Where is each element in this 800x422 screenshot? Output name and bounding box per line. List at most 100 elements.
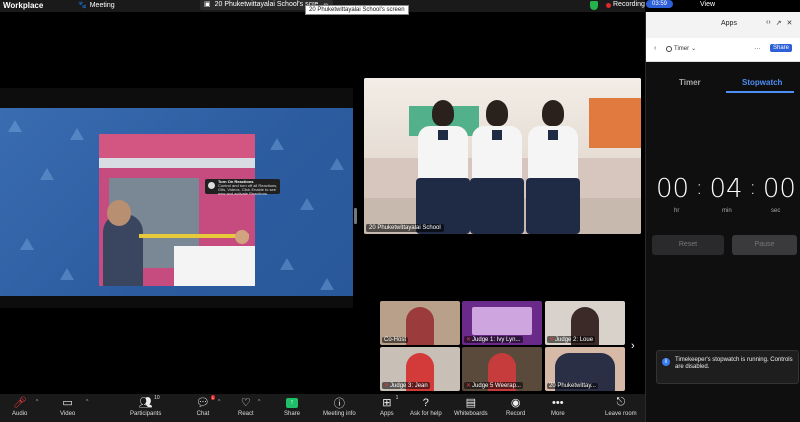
chat-icon: 💬︎ 1 <box>196 395 215 409</box>
decorative-triangle <box>60 268 74 280</box>
photo-arm <box>174 246 255 286</box>
meeting-info-label: Meeting info <box>323 411 356 417</box>
main-video-tile[interactable]: 20 Phuketwittayalai School <box>364 78 641 234</box>
decorative-triangle <box>270 138 284 150</box>
clock-icon <box>666 45 672 52</box>
chevron-up-icon[interactable]: ^ <box>218 399 220 405</box>
screen-title-text: 20 Phuketwittayalai School's scre <box>214 1 319 8</box>
timer-tabs: Timer Stopwatch <box>654 74 794 93</box>
meeting-menu[interactable]: 🐾 Meeting <box>78 0 115 11</box>
help-icon: ? <box>422 396 429 409</box>
participants-label: Participants <box>130 411 162 417</box>
participants-button[interactable]: 👥︎ 10 Participants <box>130 394 161 422</box>
apps-panel-header: Apps ‹› ↗ ✕ <box>646 12 800 38</box>
reactions-notice[interactable]: Turn On Reactions Control and turn off a… <box>205 179 280 196</box>
share-button[interactable]: ↑ Share <box>284 394 300 422</box>
more-options-icon[interactable]: … <box>754 44 761 51</box>
app-name: Timer <box>674 45 690 52</box>
shared-screen: Turn On Reactions Control and turn off a… <box>0 88 353 308</box>
participant-tile[interactable]: 20 Phuketwittay... <box>545 347 625 391</box>
back-arrow-icon[interactable]: ‹ <box>654 45 656 52</box>
mic-off-icon: ✕ <box>466 383 472 389</box>
timer-pill[interactable]: 03:59 <box>646 0 674 8</box>
mic-muted-icon: 🎤︎ <box>12 397 27 409</box>
participant-slide-thumbnail <box>472 307 532 335</box>
participant-name-text: Judge 3: Jean <box>390 382 428 389</box>
react-label: React <box>238 411 254 417</box>
close-icon[interactable]: ✕ <box>787 19 793 27</box>
chat-badge: 1 <box>210 395 215 400</box>
more-label: More <box>551 411 565 417</box>
video-button[interactable]: ▭ Video <box>60 394 75 422</box>
active-tab-indicator <box>726 91 794 93</box>
tab-timer[interactable]: Timer <box>679 78 701 87</box>
record-button[interactable]: ◉ Record <box>506 394 525 422</box>
participant-tile[interactable]: ✕ Judge 1: Ivy Lyn... <box>462 301 542 345</box>
unit-hours: hr <box>674 208 680 214</box>
chevron-right-icon[interactable]: › <box>631 340 635 352</box>
app-subheader: ‹ Timer ⌄ … Share <box>646 38 800 62</box>
student-head <box>432 100 454 126</box>
student-tie <box>438 130 448 140</box>
photo-hand <box>235 230 249 244</box>
tab-stopwatch[interactable]: Stopwatch <box>742 78 782 87</box>
decorative-triangle <box>70 128 84 140</box>
clock-minutes: 04 <box>709 174 743 204</box>
participant-tile[interactable]: ✕ Judge 2: Loue <box>545 301 625 345</box>
recording-label: Recording <box>613 1 645 8</box>
participant-tile[interactable]: ✕ Judge 5 Weerap... <box>462 347 542 391</box>
participant-name-text: Co-Host <box>384 337 407 343</box>
view-button[interactable]: View <box>700 0 715 10</box>
info-icon: ⓘ <box>333 397 345 410</box>
audio-label: Audio <box>12 411 28 417</box>
apps-grid-icon: ⊞ 1 <box>382 395 399 409</box>
participant-avatar <box>406 307 434 345</box>
panel-share-button[interactable]: Share <box>770 44 793 52</box>
pause-button[interactable]: Pause <box>732 235 797 255</box>
audio-button[interactable]: 🎤︎ Audio <box>12 394 27 422</box>
react-button[interactable]: ♡ React <box>238 394 254 422</box>
whiteboards-button[interactable]: ▤ Whiteboards <box>454 394 488 422</box>
apps-panel-title: Apps <box>721 20 737 27</box>
decorative-triangle <box>20 238 34 250</box>
participant-name-text: Judge 1: Ivy Lyn... <box>472 336 521 343</box>
heart-icon: ♡ <box>240 397 251 409</box>
clock-seconds: 00 <box>762 174 796 204</box>
participant-tile[interactable]: Co-Host <box>380 301 460 345</box>
apps-button[interactable]: ⊞ 1 Apps <box>380 394 399 422</box>
student-tie <box>492 130 502 140</box>
participant-tile[interactable]: ✕ Judge 3: Jean <box>380 347 460 391</box>
more-dots-icon: ••• <box>552 396 564 409</box>
mic-off-icon: ✕ <box>384 383 390 389</box>
app-selector[interactable]: Timer ⌄ <box>666 45 696 52</box>
popout-icon[interactable]: ↗ <box>776 19 782 27</box>
decorative-triangle <box>320 278 334 290</box>
recording-dot-icon <box>606 2 611 8</box>
whiteboard-icon: ▤ <box>465 397 477 409</box>
chevron-up-icon[interactable]: ^ <box>36 399 38 405</box>
chat-label: Chat <box>196 411 210 417</box>
mic-off-icon: ✕ <box>466 337 472 343</box>
reset-button[interactable]: Reset <box>652 235 724 255</box>
student-head <box>486 100 508 126</box>
stopwatch-notice: i Timekeeper's stopwatch is running. Con… <box>656 350 799 384</box>
chat-button[interactable]: 💬︎ 1 Chat <box>196 394 215 422</box>
pane-splitter[interactable] <box>354 208 357 224</box>
apps-panel: Apps ‹› ↗ ✕ ‹ Timer ⌄ … Share Timer Stop… <box>645 12 800 422</box>
decorative-triangle <box>330 158 344 170</box>
leave-door-icon: ⎋ <box>616 396 626 408</box>
recording-indicator[interactable]: Recording <box>606 0 645 10</box>
decorative-triangle <box>8 120 22 132</box>
ask-for-help-button[interactable]: ? Ask for help <box>410 394 442 422</box>
classroom-shelf <box>589 98 641 148</box>
leave-room-button[interactable]: ⎋ Leave room <box>605 394 637 422</box>
chevron-up-icon[interactable]: ^ <box>86 399 88 405</box>
more-button[interactable]: ••• More <box>551 394 565 422</box>
paw-icon: 🐾 <box>78 2 87 9</box>
meeting-info-button[interactable]: ⓘ Meeting info <box>323 394 356 422</box>
participant-name: ✕ Judge 1: Ivy Lyn... <box>464 336 523 343</box>
chevron-up-icon[interactable]: ^ <box>258 399 260 405</box>
code-icon[interactable]: ‹› <box>766 19 771 27</box>
share-screen-icon: ↑ <box>286 394 298 411</box>
decorative-triangle <box>40 168 54 180</box>
